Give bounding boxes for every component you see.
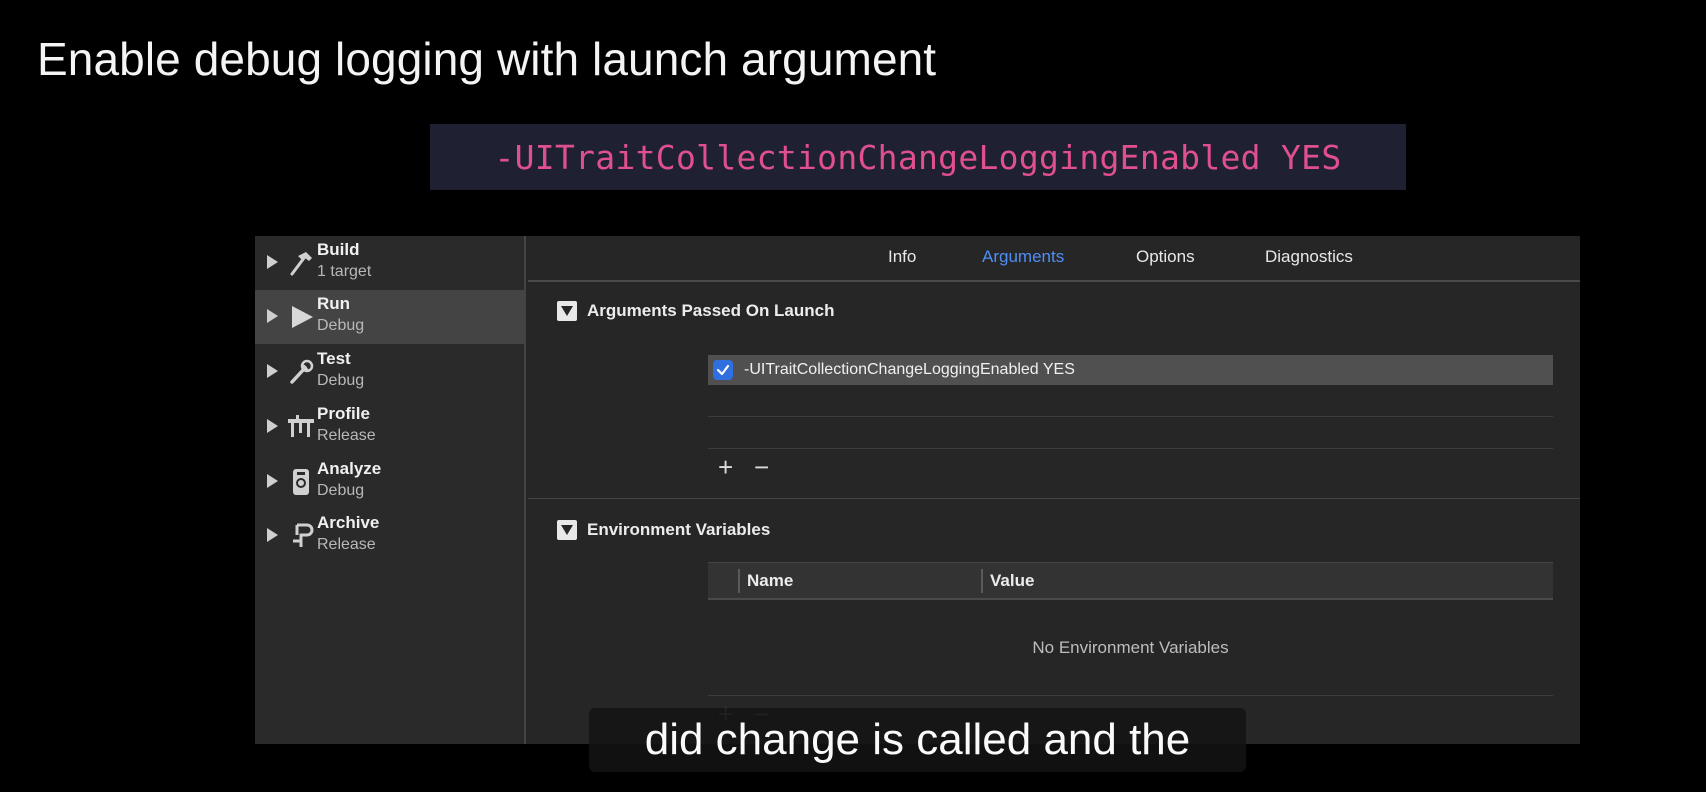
divider bbox=[708, 448, 1553, 449]
empty-environment-message: No Environment Variables bbox=[1032, 638, 1229, 657]
environment-table-header: Name Value bbox=[708, 562, 1553, 600]
disclosure-triangle-icon[interactable] bbox=[267, 528, 278, 542]
sidebar-item-sublabel: Release bbox=[317, 427, 376, 444]
caption-text: did change is called and the bbox=[644, 715, 1191, 764]
collapse-triangle-icon[interactable] bbox=[557, 301, 577, 321]
checkmark-icon bbox=[716, 364, 730, 376]
sidebar-item-sublabel: Debug bbox=[317, 317, 365, 334]
launch-argument-code: -UITraitCollectionChangeLoggingEnabled Y… bbox=[494, 137, 1342, 177]
sidebar-item-label: Archive bbox=[317, 513, 380, 532]
section-divider bbox=[528, 498, 1580, 499]
tab-arguments[interactable]: Arguments bbox=[982, 247, 1064, 267]
disclosure-triangle-icon[interactable] bbox=[267, 309, 278, 323]
collapse-triangle-icon[interactable] bbox=[557, 520, 577, 540]
arguments-section-header[interactable]: Arguments Passed On Launch bbox=[557, 301, 835, 321]
slide-title: Enable debug logging with launch argumen… bbox=[37, 33, 937, 85]
play-icon bbox=[286, 301, 316, 333]
sidebar-item-sublabel: Debug bbox=[317, 482, 365, 499]
divider bbox=[708, 416, 1553, 417]
argument-row[interactable]: -UITraitCollectionChangeLoggingEnabled Y… bbox=[708, 355, 1553, 385]
sidebar-item-label: Build bbox=[317, 240, 360, 259]
remove-argument-button[interactable]: − bbox=[754, 452, 769, 483]
subtitle-caption: did change is called and the bbox=[589, 708, 1246, 772]
column-name-header[interactable]: Name bbox=[747, 571, 793, 591]
tab-bar: Info Arguments Options Diagnostics bbox=[528, 236, 1580, 282]
sidebar-item-profile[interactable]: Profile Release bbox=[255, 400, 525, 454]
sidebar-item-label: Profile bbox=[317, 404, 370, 423]
launch-argument-banner: -UITraitCollectionChangeLoggingEnabled Y… bbox=[430, 124, 1406, 190]
section-title: Environment Variables bbox=[587, 520, 771, 539]
divider bbox=[708, 695, 1553, 696]
disclosure-triangle-icon[interactable] bbox=[267, 474, 278, 488]
disclosure-triangle-icon[interactable] bbox=[267, 364, 278, 378]
disclosure-triangle-icon[interactable] bbox=[267, 419, 278, 433]
caliper-icon bbox=[286, 411, 316, 443]
tab-info[interactable]: Info bbox=[888, 247, 916, 267]
wrench-icon bbox=[286, 356, 316, 388]
section-title: Arguments Passed On Launch bbox=[587, 301, 835, 320]
tab-options[interactable]: Options bbox=[1136, 247, 1195, 267]
argument-text[interactable]: -UITraitCollectionChangeLoggingEnabled Y… bbox=[744, 361, 1075, 379]
add-argument-button[interactable]: + bbox=[718, 452, 733, 483]
sidebar-item-analyze[interactable]: Analyze Debug bbox=[255, 455, 525, 509]
scheme-editor: Build 1 target Run Debug Test Debug Prof… bbox=[255, 236, 1580, 744]
archive-icon bbox=[286, 520, 316, 552]
tab-diagnostics[interactable]: Diagnostics bbox=[1265, 247, 1353, 267]
sidebar-item-label: Run bbox=[317, 294, 351, 313]
sidebar-item-build[interactable]: Build 1 target bbox=[255, 236, 525, 290]
sidebar-item-sublabel: Release bbox=[317, 536, 376, 553]
scheme-action-sidebar: Build 1 target Run Debug Test Debug Prof… bbox=[255, 236, 526, 744]
sidebar-item-archive[interactable]: Archive Release bbox=[255, 509, 525, 563]
environment-section-header[interactable]: Environment Variables bbox=[557, 520, 770, 540]
sidebar-item-test[interactable]: Test Debug bbox=[255, 345, 525, 399]
hammer-icon bbox=[286, 247, 316, 279]
column-separator bbox=[981, 569, 983, 593]
column-separator bbox=[738, 569, 740, 593]
scheme-detail-pane: Info Arguments Options Diagnostics Argum… bbox=[528, 236, 1580, 744]
sidebar-item-label: Analyze bbox=[317, 459, 382, 478]
sidebar-item-sublabel: Debug bbox=[317, 372, 365, 389]
sidebar-item-sublabel: 1 target bbox=[317, 263, 372, 280]
analyze-icon bbox=[286, 466, 316, 498]
column-value-header[interactable]: Value bbox=[990, 571, 1034, 591]
argument-enabled-checkbox[interactable] bbox=[713, 360, 733, 380]
sidebar-item-run[interactable]: Run Debug bbox=[255, 290, 525, 344]
disclosure-triangle-icon[interactable] bbox=[267, 255, 278, 269]
sidebar-item-label: Test bbox=[317, 349, 351, 368]
